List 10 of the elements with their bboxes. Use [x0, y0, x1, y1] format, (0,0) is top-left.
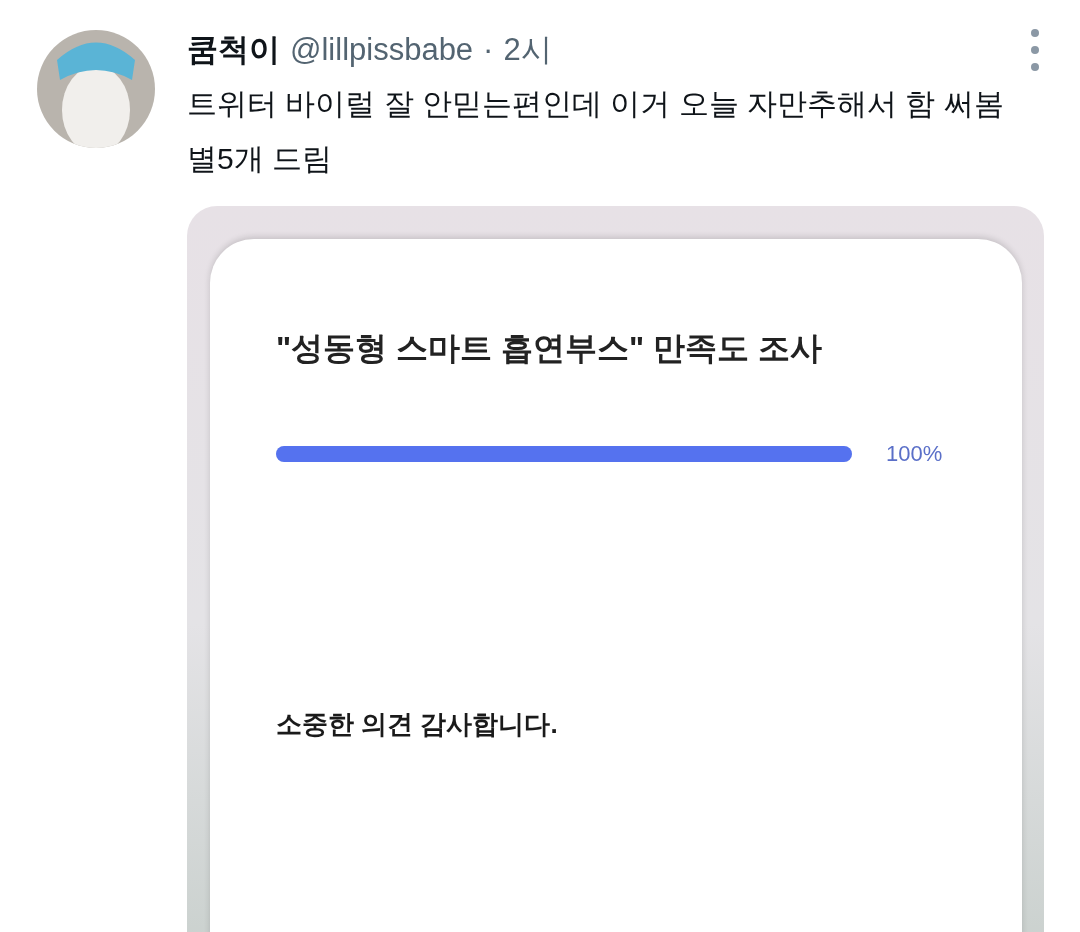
separator: ·: [483, 32, 494, 68]
handle[interactable]: @lillpissbabe: [290, 32, 474, 68]
progress-reading: 100%: [886, 441, 943, 467]
more-icon[interactable]: [1030, 28, 1040, 72]
attached-image[interactable]: "성동형 스마트 흡연부스" 만족도 조사 100% 소중한 의견 감사합니다.: [187, 206, 1044, 932]
survey-title: "성동형 스마트 흡연부스" 만족도 조사: [276, 329, 823, 368]
display-name[interactable]: 쿰척이: [187, 29, 280, 71]
post-text: 트위터 바이럴 잘 안믿는편인데 이거 오늘 자만추해서 함 써봄 별5개 드림: [187, 86, 1005, 177]
thank-you-message: 소중한 의견 감사합니다.: [276, 708, 559, 741]
timestamp[interactable]: 2시: [503, 29, 552, 71]
